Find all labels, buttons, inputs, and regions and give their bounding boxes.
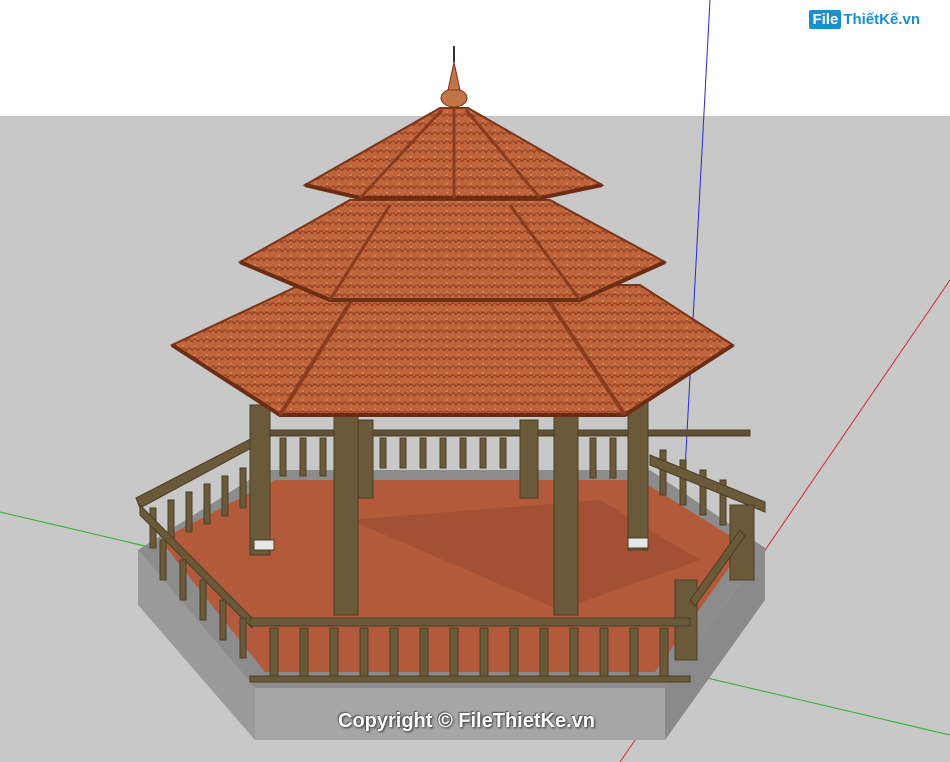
site-logo[interactable]: File ThiếtKế.vn: [809, 10, 920, 29]
copyright-watermark: Copyright © FileThietKe.vn: [338, 710, 595, 732]
gazebo-model: [0, 0, 950, 762]
logo-text: ThiếtKế.vn: [843, 11, 920, 28]
viewport: File ThiếtKế.vn Copyright © FileThietKe.…: [0, 0, 950, 762]
sky: [0, 0, 950, 116]
roof-tier-lower: [169, 284, 735, 417]
logo-box: File: [809, 10, 842, 29]
